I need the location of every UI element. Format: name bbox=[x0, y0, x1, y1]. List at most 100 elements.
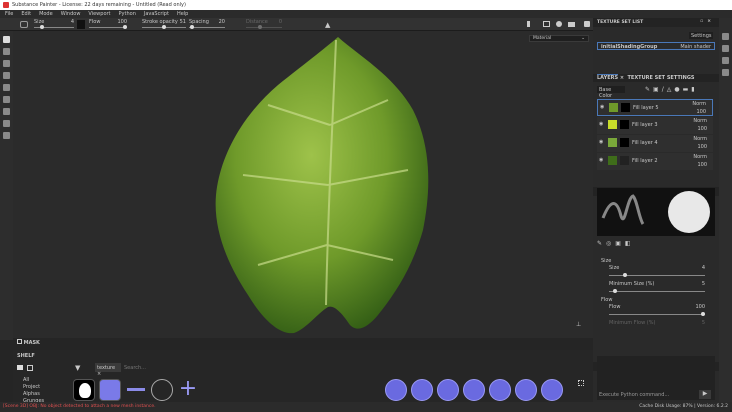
layer-blend-mode[interactable]: Norm bbox=[692, 101, 706, 107]
camera-view-icon[interactable] bbox=[543, 21, 550, 27]
texture-set-list-header: TEXTURE SET LIST ▫× bbox=[593, 18, 719, 27]
menu-viewport[interactable]: Viewport bbox=[88, 11, 110, 17]
log-icon[interactable] bbox=[722, 69, 729, 76]
tab-texture-set-settings[interactable]: TEXTURE SET SETTINGS bbox=[628, 75, 695, 81]
layer-opacity[interactable]: 100 bbox=[697, 144, 707, 150]
viewport-mode-select[interactable]: Material ⌄ bbox=[529, 35, 589, 42]
eye-icon[interactable]: ◉ bbox=[599, 157, 603, 163]
cache-usage: Cache Disk Usage: 87% | Version: 6.2.2 bbox=[639, 404, 728, 409]
video-icon[interactable] bbox=[568, 22, 575, 27]
eye-icon[interactable]: ◉ bbox=[600, 104, 604, 110]
eye-icon[interactable]: ◉ bbox=[599, 139, 603, 145]
run-button[interactable]: ▶ bbox=[699, 390, 711, 399]
size-label: Size bbox=[34, 19, 45, 25]
shelf-item-cross[interactable]: + bbox=[177, 378, 199, 401]
category-alphas[interactable]: Alphas bbox=[23, 391, 44, 398]
filter-icon[interactable]: ▼ bbox=[75, 364, 80, 372]
screenshot-icon[interactable] bbox=[584, 21, 590, 27]
3d-viewport[interactable]: Material ⌄ ⊥ bbox=[13, 31, 593, 338]
environment-icon[interactable] bbox=[556, 21, 562, 27]
menu-window[interactable]: Window bbox=[61, 11, 81, 17]
shelf-item-sphere[interactable] bbox=[541, 379, 563, 401]
layer-blend-mode[interactable]: Norm bbox=[693, 118, 707, 124]
status-error: [Scene 3D] OBJ: No object detected to at… bbox=[3, 404, 156, 409]
texture-set-item[interactable]: initialShadingGroup Main shader bbox=[597, 42, 715, 50]
title-bar: Substance Painter - License: 22 days rem… bbox=[0, 0, 732, 10]
shelf-item-sphere[interactable] bbox=[437, 379, 459, 401]
layer-blend-mode[interactable]: Norm bbox=[693, 136, 707, 142]
display-settings-icon[interactable] bbox=[722, 45, 729, 52]
flow-property-slider[interactable]: Flow 100 bbox=[609, 304, 705, 320]
polygon-fill-icon[interactable] bbox=[3, 120, 10, 127]
channel-label: Base Color bbox=[599, 87, 613, 99]
menu-javascript[interactable]: JavaScript bbox=[144, 11, 169, 17]
settings-dropdown[interactable]: Settings bbox=[689, 32, 713, 39]
shelf-search-input[interactable]: Search... bbox=[124, 365, 146, 371]
shelf-item-sphere[interactable] bbox=[385, 379, 407, 401]
category-project[interactable]: Project bbox=[23, 384, 44, 391]
channel-dropdown[interactable]: Base Color bbox=[597, 86, 625, 99]
shelf-item-sphere[interactable] bbox=[489, 379, 511, 401]
menu-python[interactable]: Python bbox=[119, 11, 136, 17]
folder-icon[interactable] bbox=[17, 365, 23, 370]
grid-view-icon[interactable] bbox=[578, 380, 584, 386]
eye-icon[interactable]: ◉ bbox=[599, 121, 603, 127]
smudge-icon[interactable] bbox=[3, 84, 10, 91]
filter-tag-label: texture bbox=[97, 365, 116, 371]
mask-icon[interactable] bbox=[17, 339, 22, 344]
paint-brush-icon[interactable] bbox=[3, 36, 10, 43]
layer-tools[interactable]: ✎▣/◬●▬▮ bbox=[645, 86, 698, 93]
pause-icon[interactable] bbox=[527, 21, 530, 27]
python-command-input[interactable]: Execute Python command... bbox=[599, 392, 669, 398]
projection-icon[interactable] bbox=[3, 60, 10, 67]
layer-name: Fill layer 3 bbox=[632, 122, 658, 128]
tab-layers[interactable]: LAYERS bbox=[597, 74, 619, 81]
layer-name: Fill layer 4 bbox=[632, 140, 658, 146]
shelf-item-sphere[interactable] bbox=[463, 379, 485, 401]
shelf-item-circle[interactable] bbox=[151, 379, 173, 401]
menu-edit[interactable]: Edit bbox=[21, 11, 31, 17]
color-picker-icon[interactable] bbox=[3, 108, 10, 115]
distance-value: 0 bbox=[278, 19, 282, 25]
menu-help[interactable]: Help bbox=[177, 11, 188, 17]
filter-tag[interactable]: texture × bbox=[95, 363, 121, 377]
layer-row[interactable]: ◉ Fill layer 3 Norm 100 bbox=[597, 117, 713, 134]
eraser-icon[interactable] bbox=[3, 48, 10, 55]
symmetry-icon[interactable]: ▲ bbox=[325, 21, 330, 29]
pen-pressure-size-icon[interactable] bbox=[77, 20, 85, 29]
baking-icon[interactable] bbox=[3, 132, 10, 139]
clone-icon[interactable] bbox=[3, 96, 10, 103]
leaf-model[interactable] bbox=[208, 35, 433, 335]
layer-blend-mode[interactable]: Norm bbox=[693, 154, 707, 160]
category-all[interactable]: All bbox=[23, 377, 44, 384]
layer-row[interactable]: ◉ Fill layer 5 Norm 100 bbox=[597, 99, 713, 116]
shelf-item-leaf-alpha[interactable] bbox=[73, 379, 95, 401]
min-flow-value: 5 bbox=[701, 320, 705, 326]
menu-mode[interactable]: Mode bbox=[39, 11, 53, 17]
shelf-item-dash[interactable] bbox=[125, 379, 147, 401]
min-flow-slider[interactable]: Minimum Flow (%) 5 bbox=[609, 320, 705, 332]
size-property-slider[interactable]: Size 4 bbox=[609, 265, 705, 281]
shelf-item-normal-flat[interactable] bbox=[99, 379, 121, 401]
lazy-mouse-icon[interactable] bbox=[20, 21, 28, 28]
geometry-decal-icon[interactable] bbox=[3, 72, 10, 79]
mask-bar: MASK bbox=[13, 338, 593, 346]
layer-opacity[interactable]: 100 bbox=[696, 109, 706, 115]
texture-set-icon[interactable] bbox=[722, 33, 729, 40]
min-size-value: 5 bbox=[701, 281, 705, 287]
menu-file[interactable]: File bbox=[5, 11, 13, 17]
min-size-slider[interactable]: Minimum Size (%) 5 bbox=[609, 281, 705, 297]
panel-controls[interactable]: ▫× bbox=[700, 19, 715, 24]
size-value: 4 bbox=[70, 19, 74, 25]
brush-preview bbox=[597, 188, 715, 236]
layer-opacity[interactable]: 100 bbox=[697, 162, 707, 168]
properties-tabs[interactable]: ✎◎▣◧ bbox=[597, 240, 635, 247]
layer-opacity[interactable]: 100 bbox=[697, 126, 707, 132]
layer-row[interactable]: ◉ Fill layer 2 Norm 100 bbox=[597, 153, 713, 170]
history-icon[interactable] bbox=[722, 57, 729, 64]
shelf-item-sphere[interactable] bbox=[411, 379, 433, 401]
axis-gizmo-icon: ⊥ bbox=[576, 321, 582, 328]
layer-row[interactable]: ◉ Fill layer 4 Norm 100 bbox=[597, 135, 713, 152]
new-item-icon[interactable] bbox=[27, 365, 33, 371]
shelf-item-sphere[interactable] bbox=[515, 379, 537, 401]
